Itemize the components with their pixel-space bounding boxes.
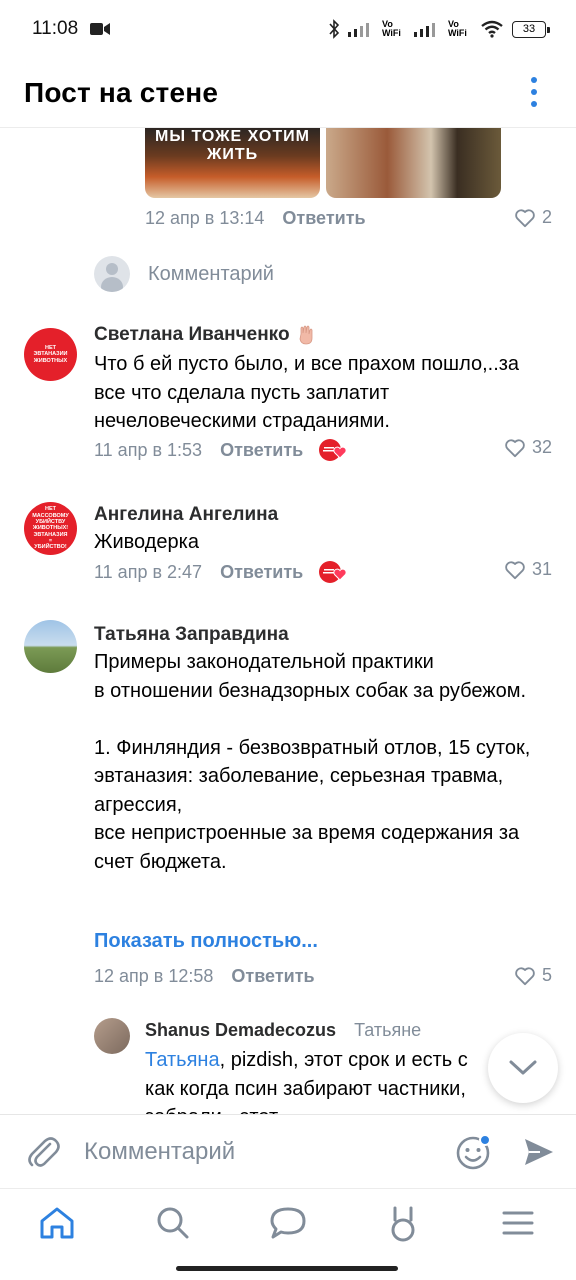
like-button[interactable]: 2 — [514, 207, 552, 228]
home-icon — [40, 1207, 74, 1239]
signal-icon — [348, 23, 369, 37]
author-name: Shanus Demadecozus — [145, 1020, 337, 1040]
avatar[interactable] — [94, 1018, 130, 1054]
avatar — [94, 256, 130, 292]
comment-time: 12 апр в 13:14 — [145, 208, 265, 228]
mention-link[interactable]: Татьяна — [145, 1049, 220, 1071]
chevron-down-icon — [509, 1060, 537, 1075]
comment-author[interactable]: Shanus Demadecozus Татьяне — [145, 1020, 421, 1041]
bluetooth-icon — [329, 19, 340, 39]
compose-bar: Комментарий — [0, 1114, 576, 1188]
more-options-icon[interactable] — [522, 72, 546, 112]
avatar[interactable]: НЕТ ЭВТАНАЗИИ ЖИВОТНЫХ — [24, 328, 77, 381]
like-count: 5 — [541, 965, 552, 985]
avatar-text: УБИЙСТВО! — [34, 544, 67, 551]
signal-icon-2 — [414, 23, 435, 37]
heart-icon — [505, 560, 525, 579]
comment-text: Примеры законодательной практики в отнош… — [94, 651, 531, 873]
clips-icon — [391, 1206, 415, 1242]
like-button[interactable]: 31 — [504, 559, 552, 580]
author-name: Ангелина Ангелина — [94, 504, 279, 525]
comment-author[interactable]: Ангелина Ангелина — [94, 504, 278, 526]
post-photo-2[interactable] — [326, 128, 501, 198]
app-header: Пост на стене — [0, 58, 576, 128]
nav-home[interactable] — [37, 1203, 77, 1243]
reply-text-line3: забрали - этот — [145, 1103, 555, 1114]
reply-button[interactable]: Ответить — [231, 966, 314, 987]
heart-icon — [515, 966, 535, 985]
video-camera-icon — [90, 23, 111, 35]
avatar-text: ЖИВОТНЫХ — [33, 357, 68, 364]
reply-button[interactable]: Ответить — [282, 208, 365, 229]
comment-text: Что б ей пусто было, и все прахом пошло,… — [94, 353, 520, 432]
comment-text: Живодерка — [94, 531, 199, 553]
heart-icon — [505, 438, 525, 457]
nav-menu[interactable] — [498, 1203, 538, 1243]
wifi-icon — [481, 20, 503, 38]
battery-icon: 33 — [512, 20, 550, 38]
reply-button[interactable]: Ответить — [220, 562, 303, 583]
heart-icon — [515, 208, 535, 227]
comment-author[interactable]: Татьяна Заправдина — [94, 624, 289, 646]
emoji-icon[interactable] — [455, 1133, 493, 1171]
page-title: Пост на стене — [24, 76, 219, 108]
show-more-link[interactable]: Показать полностью... — [94, 930, 318, 953]
hand-emoji-icon — [299, 325, 312, 345]
comment-meta: 11 апр в 2:47 Ответить — [94, 560, 347, 584]
post-photo-1[interactable]: МЫ ТОЖЕ ХОТИМ ЖИТЬ — [145, 128, 320, 198]
author-name: Татьяна Заправдина — [94, 624, 289, 645]
like-button[interactable]: 32 — [504, 437, 552, 458]
home-indicator[interactable] — [176, 1266, 398, 1271]
avatar[interactable]: НЕТ МАССОВОМУ УБИЙСТВУ ЖИВОТНЫХ! ЭВТАНАЗ… — [24, 502, 77, 555]
comment-author[interactable]: Светлана Иванченко — [94, 324, 316, 346]
comment-time: 11 апр в 1:53 — [94, 439, 203, 460]
vowifi-label-2: Vo WiFi — [448, 19, 467, 38]
comment-input[interactable]: Комментарий — [84, 1138, 235, 1166]
avatar[interactable] — [24, 620, 77, 673]
chat-bubble-icon — [270, 1207, 306, 1239]
nav-clips[interactable] — [383, 1203, 423, 1243]
vowifi-label-1: Vo WiFi — [382, 19, 401, 38]
reply-text: , pizdish, этот срок и есть с — [219, 1049, 468, 1071]
post-photos: МЫ ТОЖЕ ХОТИМ ЖИТЬ — [145, 128, 501, 198]
scroll-down-button[interactable] — [488, 1033, 558, 1103]
author-name: Светлана Иванченко — [94, 324, 290, 345]
like-count: 2 — [541, 207, 552, 227]
comment-meta: 12 апр в 13:14 Ответить — [145, 208, 366, 229]
status-bar: 11:08 Vo WiFi Vo WiFi 33 — [0, 0, 576, 58]
reaction-heart-icon[interactable] — [317, 438, 347, 462]
nav-search[interactable] — [153, 1203, 193, 1243]
comments-feed[interactable]: МЫ ТОЖЕ ХОТИМ ЖИТЬ 12 апр в 13:14 Ответи… — [0, 128, 576, 1114]
attach-icon[interactable] — [26, 1134, 60, 1170]
status-icons: Vo WiFi Vo WiFi 33 — [328, 19, 550, 39]
reply-input[interactable]: Комментарий — [94, 256, 274, 292]
reply-to-name[interactable]: Татьяне — [354, 1020, 421, 1041]
status-time: 11:08 — [32, 18, 79, 39]
nav-messages[interactable] — [268, 1203, 308, 1243]
hamburger-menu-icon — [502, 1211, 534, 1235]
search-icon — [157, 1207, 189, 1239]
comment-time: 11 апр в 2:47 — [94, 561, 203, 582]
like-count: 31 — [531, 559, 552, 579]
reply-button[interactable]: Ответить — [220, 440, 303, 461]
comment-time: 12 апр в 12:58 — [94, 966, 214, 986]
reply-input-placeholder: Комментарий — [148, 262, 274, 285]
send-icon[interactable] — [522, 1135, 556, 1169]
battery-level: 33 — [522, 23, 536, 35]
comment-meta: 11 апр в 1:53 Ответить — [94, 438, 347, 462]
like-button[interactable]: 5 — [514, 965, 552, 986]
reaction-heart-icon[interactable] — [317, 560, 347, 584]
post-photo-1-caption: МЫ ТОЖЕ ХОТИМ ЖИТЬ — [155, 128, 310, 163]
comment-meta: 12 апр в 12:58 Ответить — [94, 966, 315, 987]
like-count: 32 — [531, 437, 552, 457]
